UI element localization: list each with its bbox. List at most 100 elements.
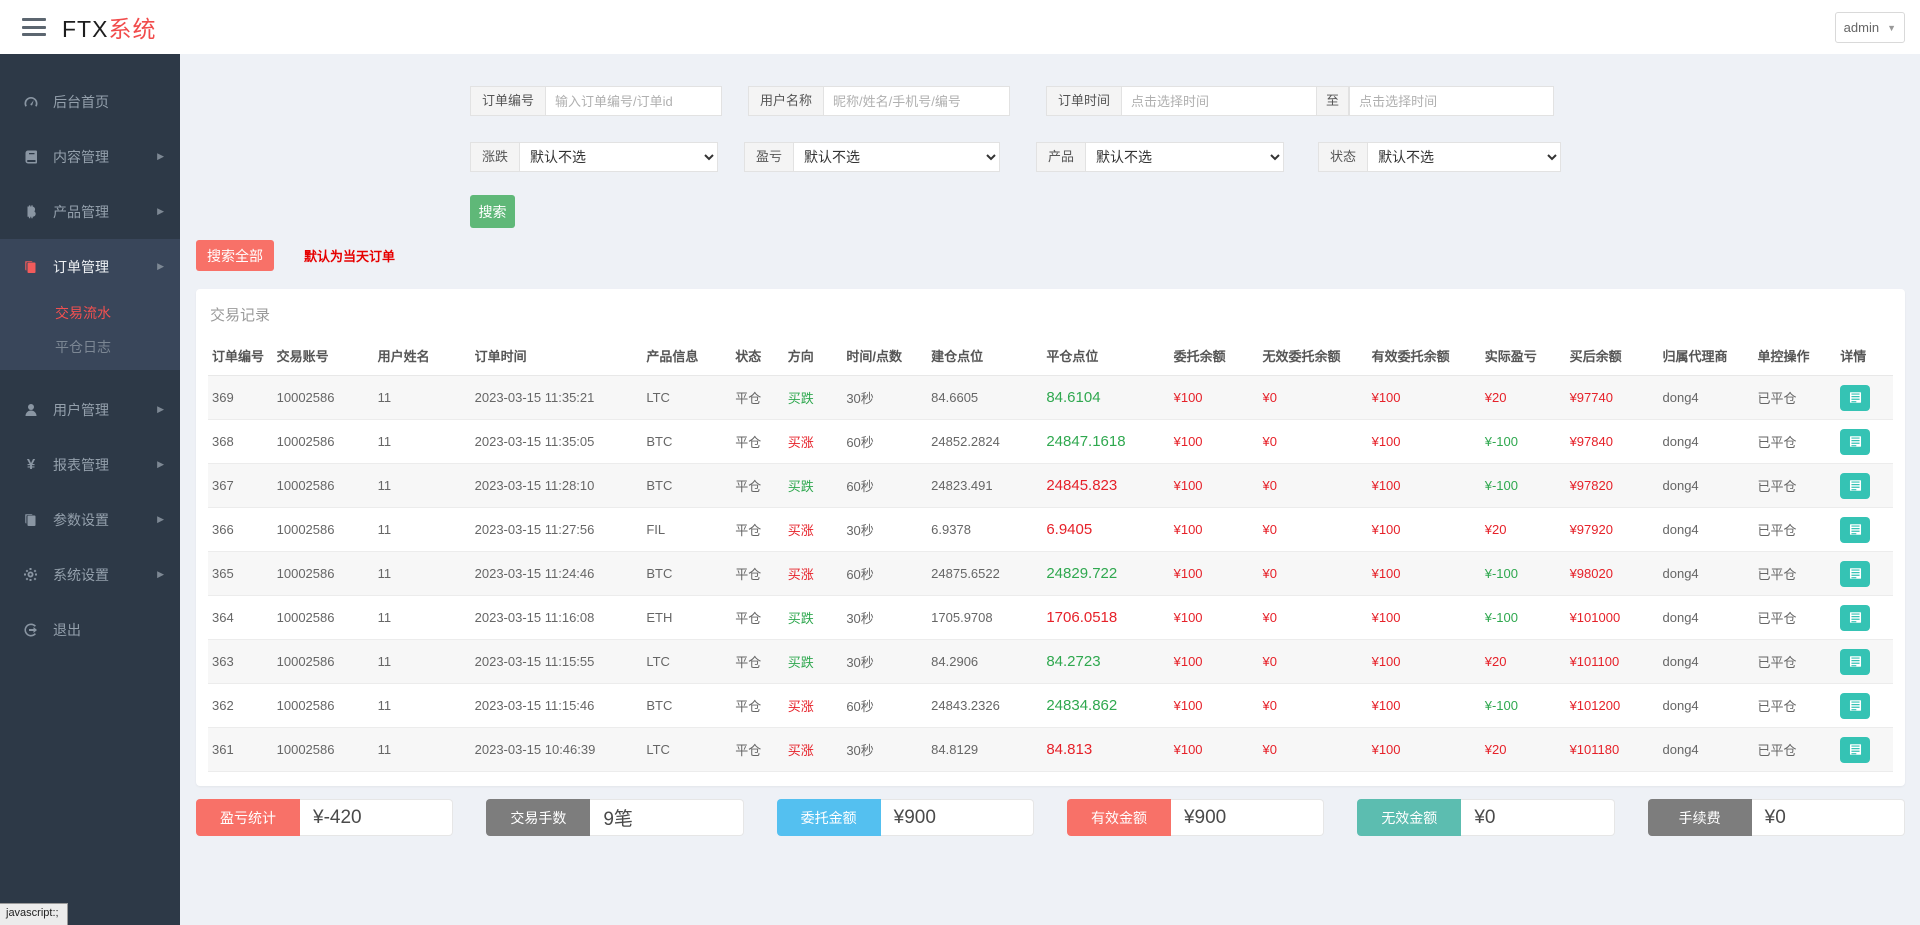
cell-after-balance: ¥97740: [1566, 376, 1659, 420]
time-to-input[interactable]: [1349, 86, 1554, 116]
cell-control: 已平仓: [1753, 376, 1836, 420]
menu-toggle-icon[interactable]: [22, 18, 46, 36]
cell-status: 平仓: [731, 464, 784, 508]
sidebar-subitem-close-log[interactable]: 平仓日志: [0, 332, 180, 370]
sidebar-item-system[interactable]: 系统设置 ▶: [0, 547, 180, 602]
cell-order-id: 364: [208, 596, 273, 640]
cell-account: 10002586: [273, 508, 374, 552]
sidebar-item-params[interactable]: 参数设置 ▶: [0, 492, 180, 547]
detail-button[interactable]: [1840, 693, 1870, 719]
cell-after-balance: ¥101100: [1566, 640, 1659, 684]
cell-product: BTC: [642, 420, 731, 464]
cell-detail: [1836, 376, 1893, 420]
cell-user-name: 11: [374, 728, 471, 772]
chevron-right-icon: ▶: [157, 514, 164, 525]
cell-direction: 买涨: [784, 552, 843, 596]
sidebar-item-orders[interactable]: 订单管理 ▶: [0, 239, 180, 294]
column-header: 状态: [731, 338, 784, 376]
card-title: 交易记录: [208, 289, 1893, 338]
product-label: 产品: [1036, 142, 1085, 172]
detail-list-icon: [1849, 655, 1862, 668]
cell-order-id: 365: [208, 552, 273, 596]
column-header: 无效委托余额: [1259, 338, 1368, 376]
stat-badge: 手续费: [1648, 799, 1752, 836]
sidebar-item-reports[interactable]: ¥ 报表管理 ▶: [0, 437, 180, 492]
stat-fee: 手续费 ¥0: [1648, 799, 1905, 836]
sidebar-item-content[interactable]: 内容管理 ▶: [0, 129, 180, 184]
sidebar-nav: 后台首页 内容管理 ▶ 产品管理 ▶ 订单管理 ▶ 交易流水 平仓日志: [0, 54, 180, 925]
stat-badge: 盈亏统计: [196, 799, 300, 836]
column-header: 平仓点位: [1042, 338, 1169, 376]
user-name-label: 用户名称: [748, 86, 823, 116]
cell-entrust-balance: ¥100: [1170, 640, 1259, 684]
cell-close-point: 6.9405: [1042, 508, 1169, 552]
stat-trade-count: 交易手数 9笔: [486, 799, 743, 836]
cell-actual-pnl: ¥-100: [1481, 552, 1566, 596]
user-menu-dropdown[interactable]: admin ▼: [1835, 12, 1905, 43]
cell-open-point: 24875.6522: [927, 552, 1042, 596]
cell-invalid-entrust: ¥0: [1259, 640, 1368, 684]
sidebar-item-home[interactable]: 后台首页: [0, 74, 180, 129]
updown-select[interactable]: 默认不选: [519, 142, 718, 172]
detail-button[interactable]: [1840, 649, 1870, 675]
sidebar-item-product[interactable]: 产品管理 ▶: [0, 184, 180, 239]
sidebar-item-users[interactable]: 用户管理 ▶: [0, 382, 180, 437]
column-header: 建仓点位: [927, 338, 1042, 376]
cell-valid-entrust: ¥100: [1368, 552, 1481, 596]
table-body: 36910002586112023-03-15 11:35:21LTC平仓买跌3…: [208, 376, 1893, 772]
product-select[interactable]: 默认不选: [1085, 142, 1284, 172]
table-row: 36410002586112023-03-15 11:16:08ETH平仓买跌3…: [208, 596, 1893, 640]
order-no-input[interactable]: [545, 86, 722, 116]
pnl-select[interactable]: 默认不选: [793, 142, 1000, 172]
detail-button[interactable]: [1840, 429, 1870, 455]
sidebar-item-label: 后台首页: [53, 92, 109, 112]
detail-list-icon: [1849, 391, 1862, 404]
cell-actual-pnl: ¥-100: [1481, 684, 1566, 728]
cell-entrust-balance: ¥100: [1170, 464, 1259, 508]
cell-order-time: 2023-03-15 11:16:08: [471, 596, 643, 640]
search-button[interactable]: 搜索: [470, 195, 515, 228]
chevron-down-icon: ▼: [1887, 23, 1896, 33]
detail-button[interactable]: [1840, 737, 1870, 763]
time-from-input[interactable]: [1121, 86, 1317, 116]
cell-agent: dong4: [1659, 684, 1754, 728]
cell-after-balance: ¥98020: [1566, 552, 1659, 596]
detail-button[interactable]: [1840, 517, 1870, 543]
cell-agent: dong4: [1659, 464, 1754, 508]
cell-agent: dong4: [1659, 376, 1754, 420]
brand-text-red: 系统: [108, 16, 156, 42]
cell-control: 已平仓: [1753, 464, 1836, 508]
column-header: 订单时间: [471, 338, 643, 376]
cell-entrust-balance: ¥100: [1170, 552, 1259, 596]
detail-button[interactable]: [1840, 385, 1870, 411]
status-select[interactable]: 默认不选: [1367, 142, 1561, 172]
cell-product: BTC: [642, 684, 731, 728]
sidebar-subitem-trade-flow[interactable]: 交易流水: [0, 294, 180, 332]
cell-order-id: 366: [208, 508, 273, 552]
user-name-input[interactable]: [823, 86, 1010, 116]
detail-button[interactable]: [1840, 473, 1870, 499]
cell-direction: 买跌: [784, 596, 843, 640]
column-header: 方向: [784, 338, 843, 376]
cell-direction: 买涨: [784, 508, 843, 552]
detail-button[interactable]: [1840, 605, 1870, 631]
cell-agent: dong4: [1659, 508, 1754, 552]
cell-order-id: 361: [208, 728, 273, 772]
cell-status: 平仓: [731, 552, 784, 596]
brand-text-black: FTX: [62, 16, 108, 42]
cell-after-balance: ¥101180: [1566, 728, 1659, 772]
cell-open-point: 1705.9708: [927, 596, 1042, 640]
sidebar-item-logout[interactable]: 退出: [0, 602, 180, 657]
sidebar-subitem-label: 平仓日志: [55, 337, 111, 357]
stat-invalid-amount: 无效金额 ¥0: [1357, 799, 1614, 836]
table-row: 36510002586112023-03-15 11:24:46BTC平仓买涨6…: [208, 552, 1893, 596]
cell-order-time: 2023-03-15 11:35:21: [471, 376, 643, 420]
params-copy-icon: [22, 512, 40, 528]
detail-button[interactable]: [1840, 561, 1870, 587]
cell-direction: 买涨: [784, 684, 843, 728]
search-all-button[interactable]: 搜索全部: [196, 240, 274, 271]
stat-badge: 无效金额: [1357, 799, 1461, 836]
stat-entrust-amount: 委托金额 ¥900: [777, 799, 1034, 836]
cell-valid-entrust: ¥100: [1368, 596, 1481, 640]
cell-agent: dong4: [1659, 640, 1754, 684]
